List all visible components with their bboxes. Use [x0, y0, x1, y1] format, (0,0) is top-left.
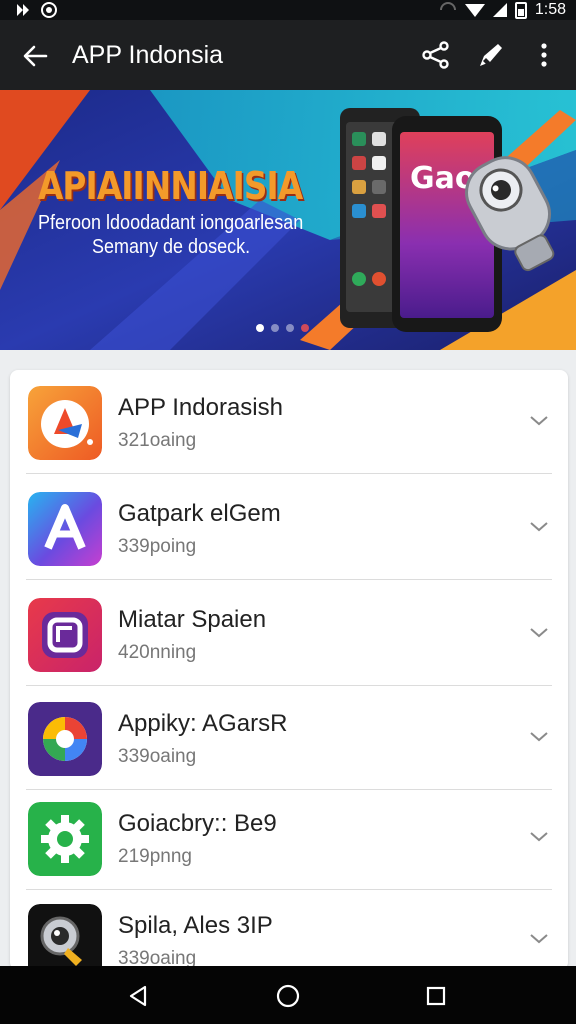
app-name: Appiky: AGarsR [118, 710, 288, 737]
gear-app-icon [28, 802, 102, 876]
back-arrow-icon[interactable] [20, 41, 50, 71]
carousel-dot-2[interactable] [271, 324, 279, 332]
app-subtitle: 420nning [118, 642, 197, 663]
list-item[interactable]: Spila, Ales 3IP 339oaing [10, 888, 568, 970]
app-subtitle: 339oaing [118, 746, 197, 767]
list-item[interactable]: Miatar Spaien 420nning [10, 582, 568, 686]
battery-icon [514, 2, 527, 19]
status-bar: 1:58 [0, 0, 576, 20]
letter-a-app-icon [28, 492, 102, 566]
whatsapp-icon [41, 2, 57, 18]
rocket-icon[interactable] [476, 40, 506, 70]
app-name: Gatpark elGem [118, 500, 281, 527]
signal-icon [492, 3, 507, 17]
banner-headline: APIAIINNIAISIA [38, 164, 303, 208]
app-list: APP Indorasish 321oaing Gatpark elGem 33… [10, 370, 568, 970]
chevron-down-icon[interactable] [528, 624, 550, 640]
app-subtitle: 321oaing [118, 430, 197, 451]
wifi-icon [464, 4, 485, 17]
nav-back-icon[interactable] [126, 984, 150, 1008]
notification-icon [17, 4, 29, 16]
banner-subtitle-line2: Semany de doseck. [92, 236, 251, 258]
page-title: APP Indonsia [72, 41, 224, 69]
chevron-down-icon[interactable] [528, 412, 550, 428]
app-bar: APP Indonsia [0, 20, 576, 90]
app-screen: 1:58 APP Indonsia Gao APIAIINNIAISIA Pfe… [0, 0, 576, 1024]
banner-subtitle-line1: Pferoon ldoodadant iongoarlesan [38, 212, 304, 234]
chevron-down-icon[interactable] [528, 930, 550, 946]
system-navigation-bar [0, 966, 576, 1024]
list-item[interactable]: Gatpark elGem 339poing [10, 476, 568, 580]
divider [26, 473, 552, 474]
carousel-dot-3[interactable] [286, 324, 294, 332]
carousel-dot-4[interactable] [301, 324, 309, 332]
sync-icon [439, 2, 456, 11]
carousel-indicator [256, 324, 309, 332]
carousel-dot-1[interactable] [256, 324, 264, 332]
google-style-app-icon [28, 702, 102, 776]
chevron-down-icon[interactable] [528, 518, 550, 534]
app-name: Spila, Ales 3IP [118, 912, 273, 939]
app-subtitle: 219pnng [118, 846, 192, 867]
app-name: APP Indorasish [118, 394, 283, 421]
divider [26, 579, 552, 580]
app-name: Miatar Spaien [118, 606, 267, 633]
chevron-down-icon[interactable] [528, 828, 550, 844]
orange-app-icon [28, 386, 102, 460]
nav-recents-icon[interactable] [424, 984, 448, 1008]
chat-app-icon [28, 598, 102, 672]
list-item[interactable]: Goiacbry:: Be9 219pnng [10, 786, 568, 890]
status-time: 1:58 [534, 1, 566, 18]
share-icon[interactable] [422, 41, 450, 69]
chevron-down-icon[interactable] [528, 728, 550, 744]
app-subtitle: 339poing [118, 536, 197, 557]
camera-app-icon [28, 904, 102, 970]
list-item[interactable]: APP Indorasish 321oaing [10, 370, 568, 474]
promo-banner[interactable]: Gao APIAIINNIAISIA Pferoon ldoodadant io… [0, 90, 576, 350]
app-name: Goiacbry:: Be9 [118, 810, 277, 837]
list-item[interactable]: Appiky: AGarsR 339oaing [10, 686, 568, 790]
nav-home-icon[interactable] [276, 984, 300, 1008]
more-options-icon[interactable] [530, 41, 558, 69]
